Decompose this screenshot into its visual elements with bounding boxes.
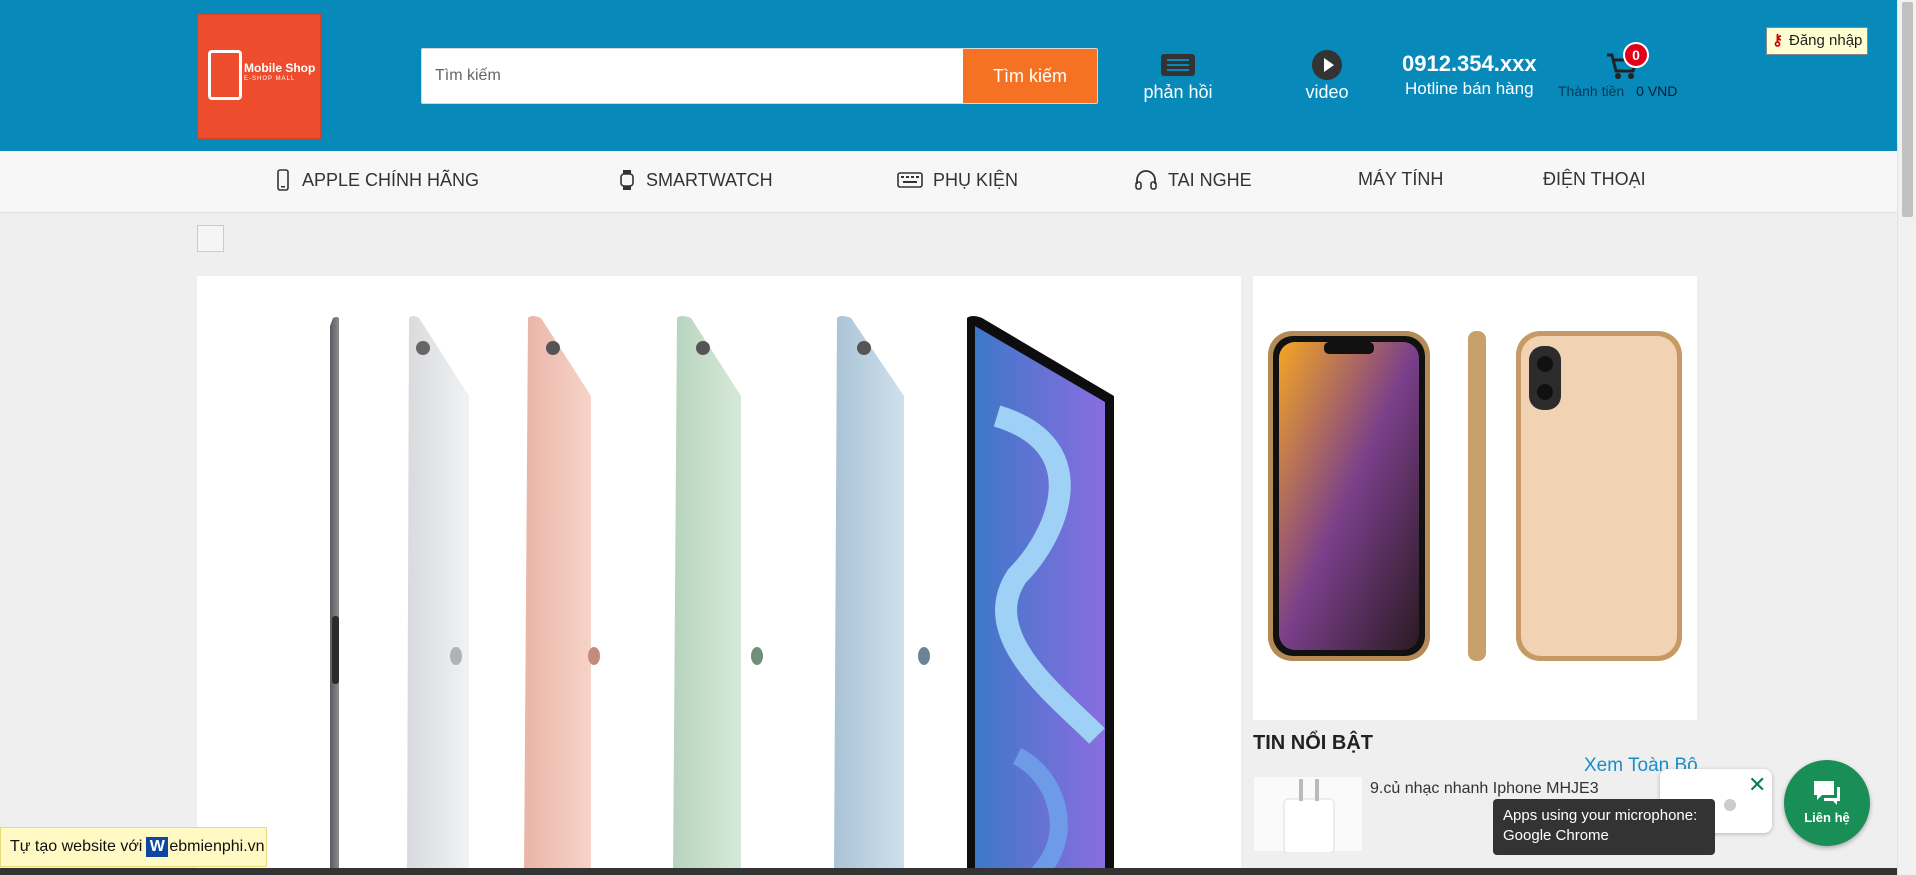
news-thumbnail[interactable] bbox=[1253, 776, 1363, 854]
nav-item-apple[interactable]: APPLE CHÍNH HÃNG bbox=[274, 169, 479, 191]
feedback-link[interactable]: phản hồi bbox=[1143, 82, 1213, 103]
iphone-xs-banner[interactable] bbox=[1253, 276, 1697, 720]
feedback-icon[interactable] bbox=[1160, 53, 1196, 77]
iphone-xs-image bbox=[1268, 331, 1682, 661]
page-scrollbar[interactable] bbox=[1897, 0, 1916, 875]
cart-total-value: 0 VND bbox=[1636, 83, 1678, 99]
headphones-icon bbox=[1135, 170, 1157, 190]
watch-icon bbox=[620, 170, 634, 190]
phone-cart-logo-icon bbox=[208, 50, 242, 100]
video-play-icon[interactable] bbox=[1312, 50, 1342, 80]
category-nav: APPLE CHÍNH HÃNG SMARTWATCH PHỤ KIỆN TAI… bbox=[0, 151, 1897, 213]
cart-total: Thành tiền 0 VND bbox=[1558, 83, 1677, 99]
keyboard-icon bbox=[897, 172, 923, 188]
hotline-label: Hotline bán hàng bbox=[1405, 79, 1534, 98]
nav-label: MÁY TÍNH bbox=[1358, 169, 1444, 189]
login-button[interactable]: ⚷ Đăng nhập bbox=[1766, 27, 1869, 55]
ipad-lineup-image bbox=[330, 316, 1114, 875]
nav-label: APPLE CHÍNH HÃNG bbox=[302, 169, 480, 190]
site-header: Mobile Shop E-SHOP MALL Tìm kiếm phản hồ… bbox=[0, 0, 1897, 151]
login-label: Đăng nhập bbox=[1789, 32, 1863, 49]
nav-label: SMARTWATCH bbox=[646, 169, 773, 190]
featured-news-title: TIN NỔI BẬT bbox=[1253, 732, 1373, 754]
shop-logo[interactable]: Mobile Shop E-SHOP MALL bbox=[197, 14, 321, 139]
builder-suffix: ebmienphi.vn bbox=[169, 838, 265, 855]
video-link[interactable]: video bbox=[1296, 82, 1358, 103]
builder-prefix: Tự tạo website với bbox=[10, 838, 143, 855]
charger-image bbox=[1283, 779, 1335, 854]
nav-item-computers[interactable]: MÁY TÍNH bbox=[1358, 169, 1443, 190]
main-banner[interactable] bbox=[197, 276, 1241, 875]
chat-label: Liên hệ bbox=[1804, 810, 1850, 825]
nav-label: TAI NGHE bbox=[1168, 169, 1252, 190]
microphone-tooltip: Apps using your microphone: Google Chrom… bbox=[1493, 799, 1715, 855]
search-button[interactable]: Tìm kiếm bbox=[963, 49, 1097, 103]
cart-count-badge: 0 bbox=[1623, 42, 1649, 68]
nav-label: ĐIỆN THOẠI bbox=[1543, 169, 1646, 189]
search-input[interactable] bbox=[422, 49, 964, 103]
logo-text: Mobile Shop bbox=[244, 61, 316, 75]
breadcrumb-placeholder bbox=[197, 225, 224, 252]
website-builder-banner[interactable]: Tự tạo website với Webmienphi.vn bbox=[0, 827, 267, 867]
nav-item-phones[interactable]: ĐIỆN THOẠI bbox=[1543, 169, 1646, 190]
webmienphi-logo-icon: W bbox=[146, 837, 169, 857]
contact-chat-button[interactable]: Liên hệ bbox=[1784, 760, 1870, 846]
tooltip-line-1: Apps using your microphone: bbox=[1503, 807, 1698, 824]
tooltip-line-2: Google Chrome bbox=[1503, 827, 1609, 844]
news-item-title[interactable]: 9.củ nhạc nhanh Iphone MHJE3 bbox=[1370, 780, 1599, 798]
close-icon[interactable]: ✕ bbox=[1748, 772, 1766, 798]
scrollbar-thumb[interactable] bbox=[1902, 2, 1913, 217]
hotline-phone: 0912.354.xxx bbox=[1402, 51, 1537, 76]
bottom-edge bbox=[0, 868, 1897, 875]
nav-item-headphones[interactable]: TAI NGHE bbox=[1134, 169, 1252, 191]
cart-total-label: Thành tiền bbox=[1558, 83, 1625, 99]
search-bar: Tìm kiếm bbox=[421, 48, 1098, 104]
key-icon: ⚷ bbox=[1772, 32, 1783, 49]
nav-item-smartwatch[interactable]: SMARTWATCH bbox=[618, 169, 773, 191]
nav-item-accessories[interactable]: PHỤ KIỆN bbox=[897, 169, 1018, 191]
chat-icon bbox=[1814, 781, 1840, 805]
logo-subtext: E-SHOP MALL bbox=[244, 76, 296, 82]
nav-label: PHỤ KIỆN bbox=[933, 169, 1019, 190]
phone-icon bbox=[277, 169, 289, 191]
